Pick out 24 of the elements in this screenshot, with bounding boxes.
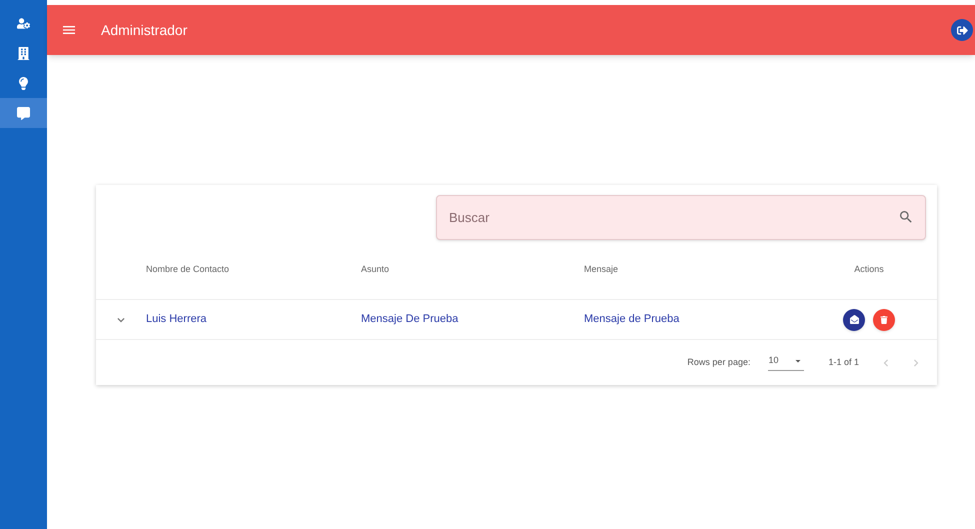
view-button[interactable]	[843, 308, 865, 330]
users-icon	[17, 16, 30, 30]
search-field[interactable]: Buscar	[436, 195, 926, 240]
column-header: Mensaje	[584, 262, 620, 276]
column-header: Actions	[853, 262, 885, 276]
sidebar-item[interactable]	[0, 98, 47, 128]
logout-button[interactable]	[951, 19, 973, 41]
table-cell-text: Mensaje De Prueba	[361, 312, 460, 328]
chat-icon	[17, 106, 30, 120]
logout-icon	[956, 24, 968, 36]
column-header: Asunto	[361, 262, 390, 276]
delete-button[interactable]	[873, 308, 895, 330]
column-header: Nombre de Contacto	[146, 262, 230, 276]
rows-per-page-select[interactable]: 10	[768, 354, 804, 372]
envelope-icon	[850, 315, 858, 324]
page-range: 1-1 of 1	[828, 356, 859, 369]
lightbulb-icon	[17, 76, 30, 90]
rows-per-page-label: Rows per page:	[687, 356, 750, 369]
app-title: Administrador	[101, 20, 188, 40]
table-cell-text: Luis Herrera	[146, 312, 208, 328]
search-icon	[898, 209, 914, 225]
table-cell-text: Mensaje de Prueba	[584, 312, 680, 328]
trash-icon	[880, 316, 888, 324]
building-icon	[17, 46, 30, 60]
